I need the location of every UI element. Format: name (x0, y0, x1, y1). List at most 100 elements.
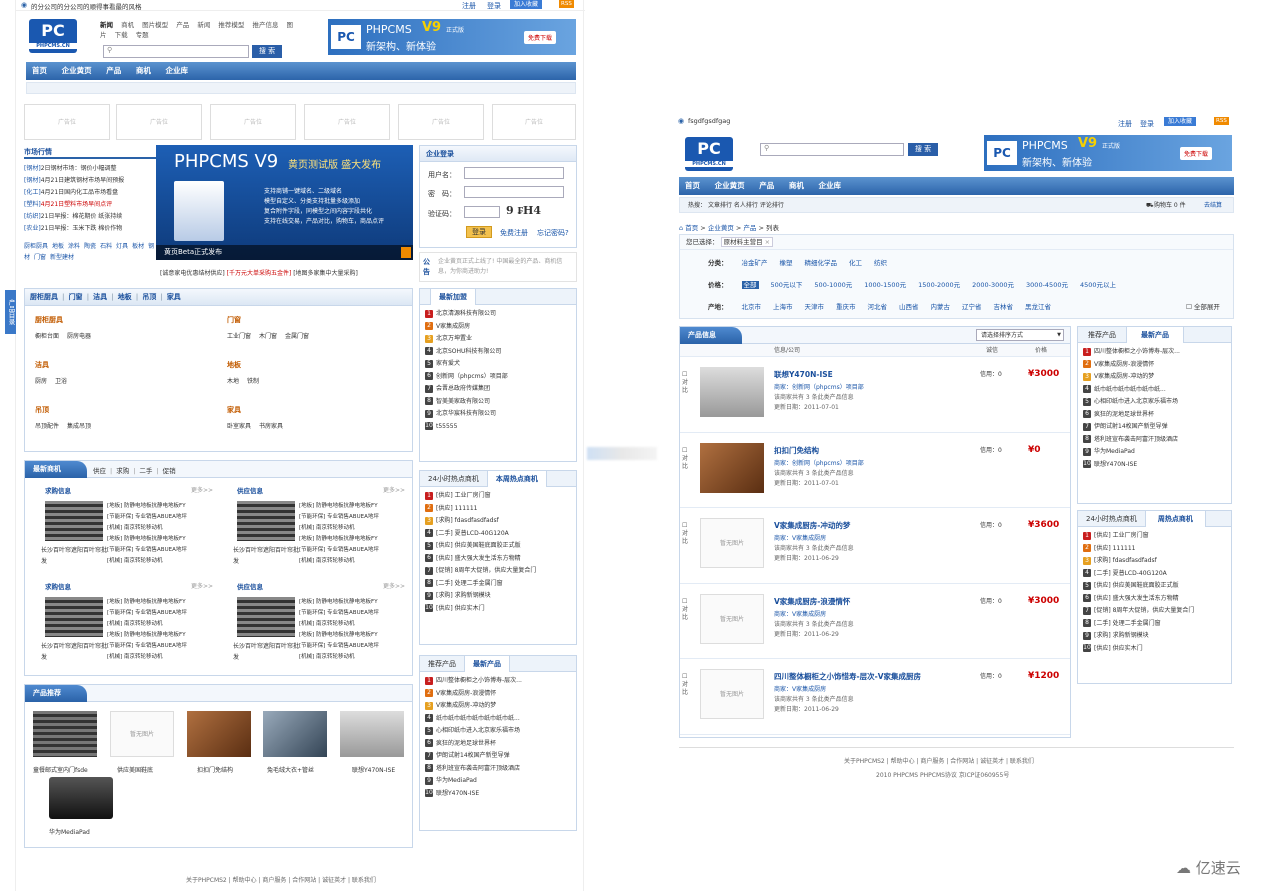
nav-business[interactable]: 商机 (789, 181, 804, 190)
product-name[interactable]: 童餐邮式室内门fsde (33, 765, 88, 774)
market-tag[interactable]: 板材 (132, 243, 144, 250)
market-category[interactable]: [纺织] (24, 213, 41, 220)
business-line[interactable]: [地板] 防静电地板抗静电地板FY (299, 630, 378, 638)
more-link[interactable]: 更多>> (191, 485, 213, 494)
category-tab[interactable]: 门窗 (69, 293, 83, 301)
filter-option[interactable]: 500元以下 (771, 281, 803, 289)
list-item-text[interactable]: 伊朗试射14枚国产新型导弹 (436, 752, 510, 759)
quick-nav-item[interactable]: 产品 (176, 21, 189, 29)
list-item[interactable]: 1 北京清源科技有限公司 (425, 308, 571, 321)
site-logo[interactable]: PC PHPCMS.CN (685, 137, 733, 171)
login-button[interactable]: 登录 (466, 226, 492, 238)
filter-option[interactable]: 河北省 (868, 303, 888, 311)
list-item[interactable]: 8 塔利班宣布袭击阿富汗顶级酒店 (425, 763, 571, 776)
list-item-text[interactable]: V家集成厨房-冲动的梦 (1094, 373, 1154, 380)
list-item[interactable]: 3 北京万坤置业 (425, 333, 571, 346)
filter-option[interactable]: 纺织 (874, 259, 887, 267)
register-link[interactable]: 免费注册 (500, 228, 528, 238)
list-item[interactable]: 7 伊朗试射14枚国产新型导弹 (1083, 421, 1226, 434)
category-link[interactable]: 金属门窗 (285, 333, 309, 340)
product-shop[interactable]: 商家：V家集成厨房 (774, 609, 826, 618)
checkout-link[interactable]: 去结算 (1204, 198, 1222, 214)
list-item[interactable]: 10 联想Y470N-ISE (425, 788, 571, 801)
captcha-field[interactable] (464, 206, 500, 218)
promo-next-icon[interactable] (401, 247, 411, 258)
category-name[interactable]: 门窗 (227, 315, 407, 325)
more-link[interactable]: 更多>> (383, 485, 405, 494)
list-item-text[interactable]: V家集成厨房-浪漫情怀 (1094, 361, 1154, 368)
nav-companies[interactable]: 企业库 (819, 181, 842, 190)
search-button[interactable]: 搜 索 (252, 45, 282, 58)
business-thumb[interactable] (45, 501, 103, 541)
list-item-text[interactable]: 北京万坤置业 (436, 335, 472, 342)
promo-banner[interactable]: PHPCMS V9 黄页测试版 盛大发布 支持商铺一键域名、二级域名 模型自定义… (156, 145, 413, 260)
filter-option[interactable]: 内蒙古 (931, 303, 951, 311)
tab-24h[interactable]: 24小时热点商机 (1078, 511, 1145, 527)
favorite-button[interactable]: 加入收藏 (510, 0, 543, 9)
category-name[interactable]: 洁具 (35, 360, 215, 370)
list-item[interactable]: 1 [供应] 工业厂房门窗 (1083, 530, 1226, 543)
search-input[interactable]: ⚲ (103, 45, 249, 58)
filter-option[interactable]: 天津市 (805, 303, 825, 311)
product-name[interactable]: 联想Y470N-ISE (352, 765, 395, 774)
list-item[interactable]: 2 [供应] 111111 (425, 503, 571, 516)
filter-option[interactable]: 4500元以上 (1080, 281, 1116, 289)
list-item-text[interactable]: 联想Y470N-ISE (1094, 461, 1137, 468)
register-link[interactable]: 注册 (1118, 119, 1132, 129)
expand-checkbox[interactable]: ☐ (1186, 303, 1192, 311)
product-image[interactable] (700, 442, 764, 493)
filter-option[interactable]: 橡塑 (780, 259, 793, 267)
forgot-password-link[interactable]: 忘记密码? (537, 228, 569, 238)
business-line[interactable]: [节能环保] 专业销售ABUEA地坪 (107, 608, 187, 616)
list-item-text[interactable]: 智美美家政有限公司 (436, 398, 490, 405)
product-name[interactable]: 四川整体橱柜之小饰惜寿-层次-V家集成厨房 (774, 671, 921, 682)
banner-download-button[interactable]: 免费下载 (1180, 147, 1213, 160)
compare-checkbox[interactable]: ☐ (682, 447, 687, 454)
list-item[interactable]: 3 [求购] fdasdfasdfadsf (425, 515, 571, 528)
list-item[interactable]: 3 V家集成厨房-冲动的梦 (425, 700, 571, 713)
list-item[interactable]: 4 纸巾纸巾纸巾纸巾纸巾纸巾纸... (425, 713, 571, 726)
market-tag[interactable]: 陶瓷 (84, 243, 96, 250)
quick-nav-item[interactable]: 图 (287, 21, 294, 29)
category-name[interactable]: 地板 (227, 360, 407, 370)
list-item[interactable]: 5 家有爱犬 (425, 358, 571, 371)
list-item[interactable]: 4 纸巾纸巾纸巾纸巾纸巾纸... (1083, 384, 1226, 397)
list-item[interactable]: 4 [二手] 夏普LCD-40G120A (1083, 568, 1226, 581)
list-item[interactable]: 6 疯狂的泥地足球世界杯 (425, 738, 571, 751)
product-shop[interactable]: 商家：V家集成厨房 (774, 684, 826, 693)
list-item-text[interactable]: [供应] 工业厂房门窗 (1094, 532, 1149, 539)
hot-search-link[interactable]: 文章排行 (708, 202, 732, 209)
product-name[interactable]: V家集成厨房-冲动的梦 (774, 520, 850, 531)
category-tab[interactable]: 洁具 (93, 293, 107, 301)
business-thumb-caption[interactable]: 长沙百叶帘遮阳百叶帘批发 (41, 641, 107, 663)
quick-nav-item[interactable]: 新闻 (100, 21, 113, 29)
banner-download-button[interactable]: 免费下载 (524, 31, 557, 44)
list-item[interactable]: 8 智美美家政有限公司 (425, 396, 571, 409)
business-thumb-caption[interactable]: 长沙百叶帘遮阳百叶帘批发 (41, 545, 107, 567)
category-link[interactable]: 集成吊顶 (67, 423, 91, 430)
list-item[interactable]: 8 塔利班宣布袭击阿富汗顶级酒店 (1083, 434, 1226, 447)
list-item[interactable]: 7 [促销] 8周年大促销，供应大量复合门 (1083, 605, 1226, 618)
business-block-title[interactable]: 供应信息 (237, 581, 263, 591)
more-link[interactable]: 更多>> (383, 581, 405, 590)
category-link[interactable]: 木地 (227, 378, 239, 385)
list-item[interactable]: 10 [供应] 供应实木门 (1083, 643, 1226, 656)
remove-chip-icon[interactable]: × (765, 238, 770, 246)
compare-checkbox[interactable]: ☐ (682, 673, 687, 680)
product-name[interactable]: V家集成厨房-浪漫情怀 (774, 596, 850, 607)
list-item-text[interactable]: 伊朗试射14枚国产新型导弹 (1094, 423, 1168, 430)
category-link[interactable]: 铁制 (247, 378, 259, 385)
login-link[interactable]: 登录 (487, 1, 501, 11)
tab-recommended[interactable]: 推荐产品 (1078, 327, 1126, 343)
list-item-text[interactable]: [供应] 供应美国鞋底面胶正式版 (436, 542, 521, 549)
market-item[interactable]: [钢材]4月21日建筑钢材市场早间预报 (24, 175, 156, 187)
list-item-text[interactable]: [促销] 8周年大促销，供应大量复合门 (436, 567, 536, 574)
category-tab[interactable]: 家具 (167, 293, 181, 301)
business-line[interactable]: [地板] 防静电地板抗静电地板FY (299, 534, 378, 542)
business-line[interactable]: [地板] 防静电地板抗静电地板FY (107, 501, 186, 509)
list-item-text[interactable]: [供应] 供应实木门 (1094, 645, 1143, 652)
category-tab[interactable]: 吊顶 (142, 293, 156, 301)
list-item[interactable]: 5 [供应] 供应美国鞋底面胶正式版 (1083, 580, 1226, 593)
list-item-text[interactable]: [促销] 8周年大促销，供应大量复合门 (1094, 607, 1194, 614)
category-link[interactable]: 书房家具 (259, 423, 283, 430)
